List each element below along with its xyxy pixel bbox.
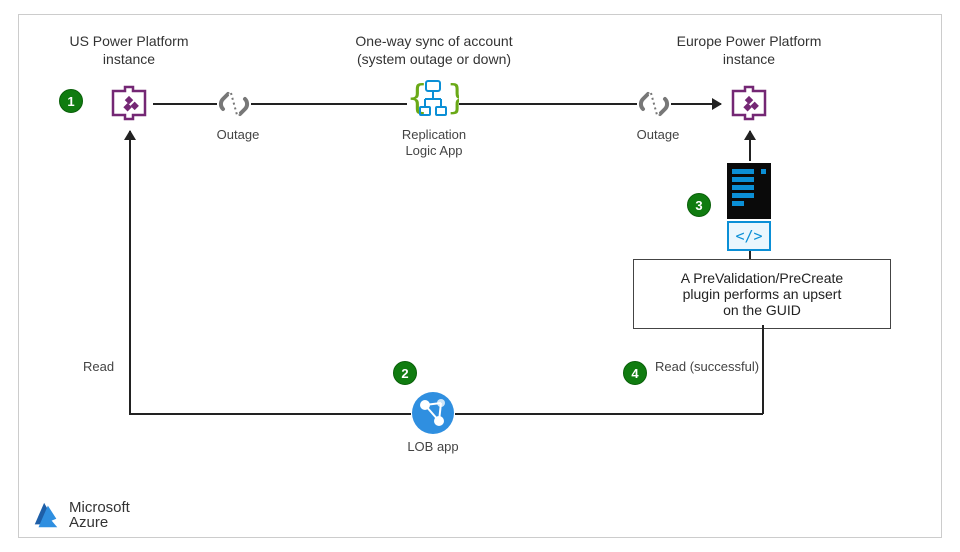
sync-title: One-way sync of account (system outage o… bbox=[324, 33, 544, 68]
step-badge-4: 4 bbox=[623, 361, 647, 385]
lob-label: LOB app bbox=[393, 439, 473, 455]
broken-link-icon bbox=[637, 87, 671, 121]
azure-icon bbox=[31, 500, 61, 530]
us-pp-title: US Power Platform instance bbox=[39, 33, 219, 68]
server-icon bbox=[727, 163, 771, 219]
diagram-frame: US Power Platform instance One-way sync … bbox=[18, 14, 942, 538]
logic-app-icon: { } bbox=[407, 79, 459, 123]
connector bbox=[153, 103, 217, 105]
connector bbox=[251, 103, 407, 105]
outage-label-right: Outage bbox=[623, 127, 693, 143]
power-platform-icon bbox=[105, 79, 153, 127]
connector bbox=[749, 251, 751, 259]
connector bbox=[455, 413, 763, 415]
step-badge-3: 3 bbox=[687, 193, 711, 217]
lob-app-icon bbox=[411, 391, 455, 435]
connector-arrow bbox=[671, 103, 721, 105]
step-badge-1: 1 bbox=[59, 89, 83, 113]
connector bbox=[129, 413, 411, 415]
logic-app-label: Replication Logic App bbox=[379, 127, 489, 160]
brand-product: Azure bbox=[69, 515, 130, 531]
eu-pp-title: Europe Power Platform instance bbox=[649, 33, 849, 68]
power-platform-icon bbox=[725, 79, 773, 127]
outage-label-left: Outage bbox=[203, 127, 273, 143]
step-badge-2: 2 bbox=[393, 361, 417, 385]
connector bbox=[459, 103, 637, 105]
brand-name: Microsoft bbox=[69, 500, 130, 516]
edge-label-read: Read bbox=[83, 359, 143, 375]
svg-text:}: } bbox=[447, 79, 459, 118]
svg-text:{: { bbox=[407, 79, 427, 118]
microsoft-azure-logo: Microsoft Azure bbox=[31, 500, 130, 532]
edge-label-read-successful: Read (successful) bbox=[655, 359, 815, 375]
plugin-description-box: A PreValidation/PreCreate plugin perform… bbox=[633, 259, 891, 329]
broken-link-icon bbox=[217, 87, 251, 121]
code-icon: </> bbox=[727, 221, 771, 251]
connector-arrow bbox=[749, 131, 751, 161]
